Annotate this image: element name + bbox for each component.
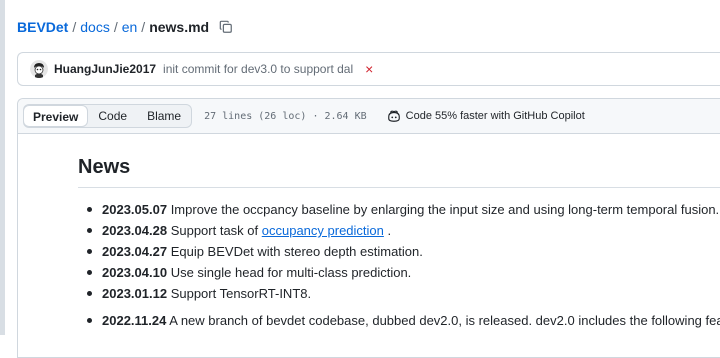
tab-code[interactable]: Code <box>88 105 137 127</box>
occupancy-prediction-link[interactable]: occupancy prediction <box>262 223 384 238</box>
build-failed-icon[interactable]: × <box>365 62 373 76</box>
view-mode-toggle: Preview Code Blame <box>23 104 193 128</box>
copilot-promo-button[interactable]: Code 55% faster with GitHub Copilot <box>387 109 585 123</box>
left-scroll-edge <box>0 0 5 335</box>
news-text: Support task of <box>167 223 262 238</box>
news-text-tail: . <box>383 223 392 238</box>
news-text: Improve the occpancy baseline by enlargi… <box>167 202 720 217</box>
breadcrumb-file-name: news.md <box>149 19 210 35</box>
list-item: 2023.04.28 Support task of occupancy pre… <box>78 220 720 241</box>
news-date: 2022.11.24 <box>102 313 167 328</box>
copilot-icon <box>387 109 401 123</box>
news-text: Support TensorRT-INT8. <box>167 286 312 301</box>
news-date: 2023.04.10 <box>102 265 168 280</box>
file-viewer: Preview Code Blame 27 lines (26 loc) · 2… <box>17 98 720 358</box>
news-date: 2023.01.12 <box>102 286 168 301</box>
breadcrumb-separator: / <box>141 19 146 35</box>
tab-blame[interactable]: Blame <box>137 105 191 127</box>
news-text: A new branch of bevdet codebase, dubbed … <box>166 313 720 328</box>
latest-commit-bar: HuangJunJie2017 init commit for dev3.0 t… <box>17 52 720 86</box>
file-header: Preview Code Blame 27 lines (26 loc) · 2… <box>18 99 720 134</box>
breadcrumb: BEVDet / docs / en / news.md <box>17 16 234 38</box>
list-item: 2023.05.07 Improve the occpancy baseline… <box>78 199 720 220</box>
breadcrumb-docs-link[interactable]: docs <box>80 19 110 35</box>
breadcrumb-en-link[interactable]: en <box>122 19 138 35</box>
commit-author[interactable]: HuangJunJie2017 <box>54 62 156 76</box>
markdown-heading: News <box>78 156 131 178</box>
copy-path-icon[interactable] <box>218 19 234 35</box>
news-text: Use single head for multi-class predicti… <box>167 265 412 280</box>
breadcrumb-separator: / <box>72 19 77 35</box>
copilot-promo-text: Code 55% faster with GitHub Copilot <box>405 110 585 122</box>
news-list: 2023.05.07 Improve the occpancy baseline… <box>78 199 720 331</box>
tab-preview[interactable]: Preview <box>23 104 89 127</box>
breadcrumb-repo-link[interactable]: BEVDet <box>17 19 68 35</box>
file-info: 27 lines (26 loc) · 2.64 KB <box>204 110 367 122</box>
news-date: 2023.04.27 <box>102 244 168 259</box>
news-date: 2023.05.07 <box>102 202 168 217</box>
breadcrumb-separator: / <box>113 19 118 35</box>
commit-message[interactable]: init commit for dev3.0 to support dal <box>163 62 353 76</box>
news-text: Equip BEVDet with stereo depth estimatio… <box>167 244 423 259</box>
heading-divider <box>78 187 720 188</box>
list-item: 2022.11.24 A new branch of bevdet codeba… <box>78 310 720 331</box>
news-date: 2023.04.28 <box>102 223 168 238</box>
author-avatar[interactable] <box>30 60 48 78</box>
list-item: 2023.01.12 Support TensorRT-INT8. <box>78 283 720 304</box>
list-item: 2023.04.10 Use single head for multi-cla… <box>78 262 720 283</box>
list-item: 2023.04.27 Equip BEVDet with stereo dept… <box>78 241 720 262</box>
